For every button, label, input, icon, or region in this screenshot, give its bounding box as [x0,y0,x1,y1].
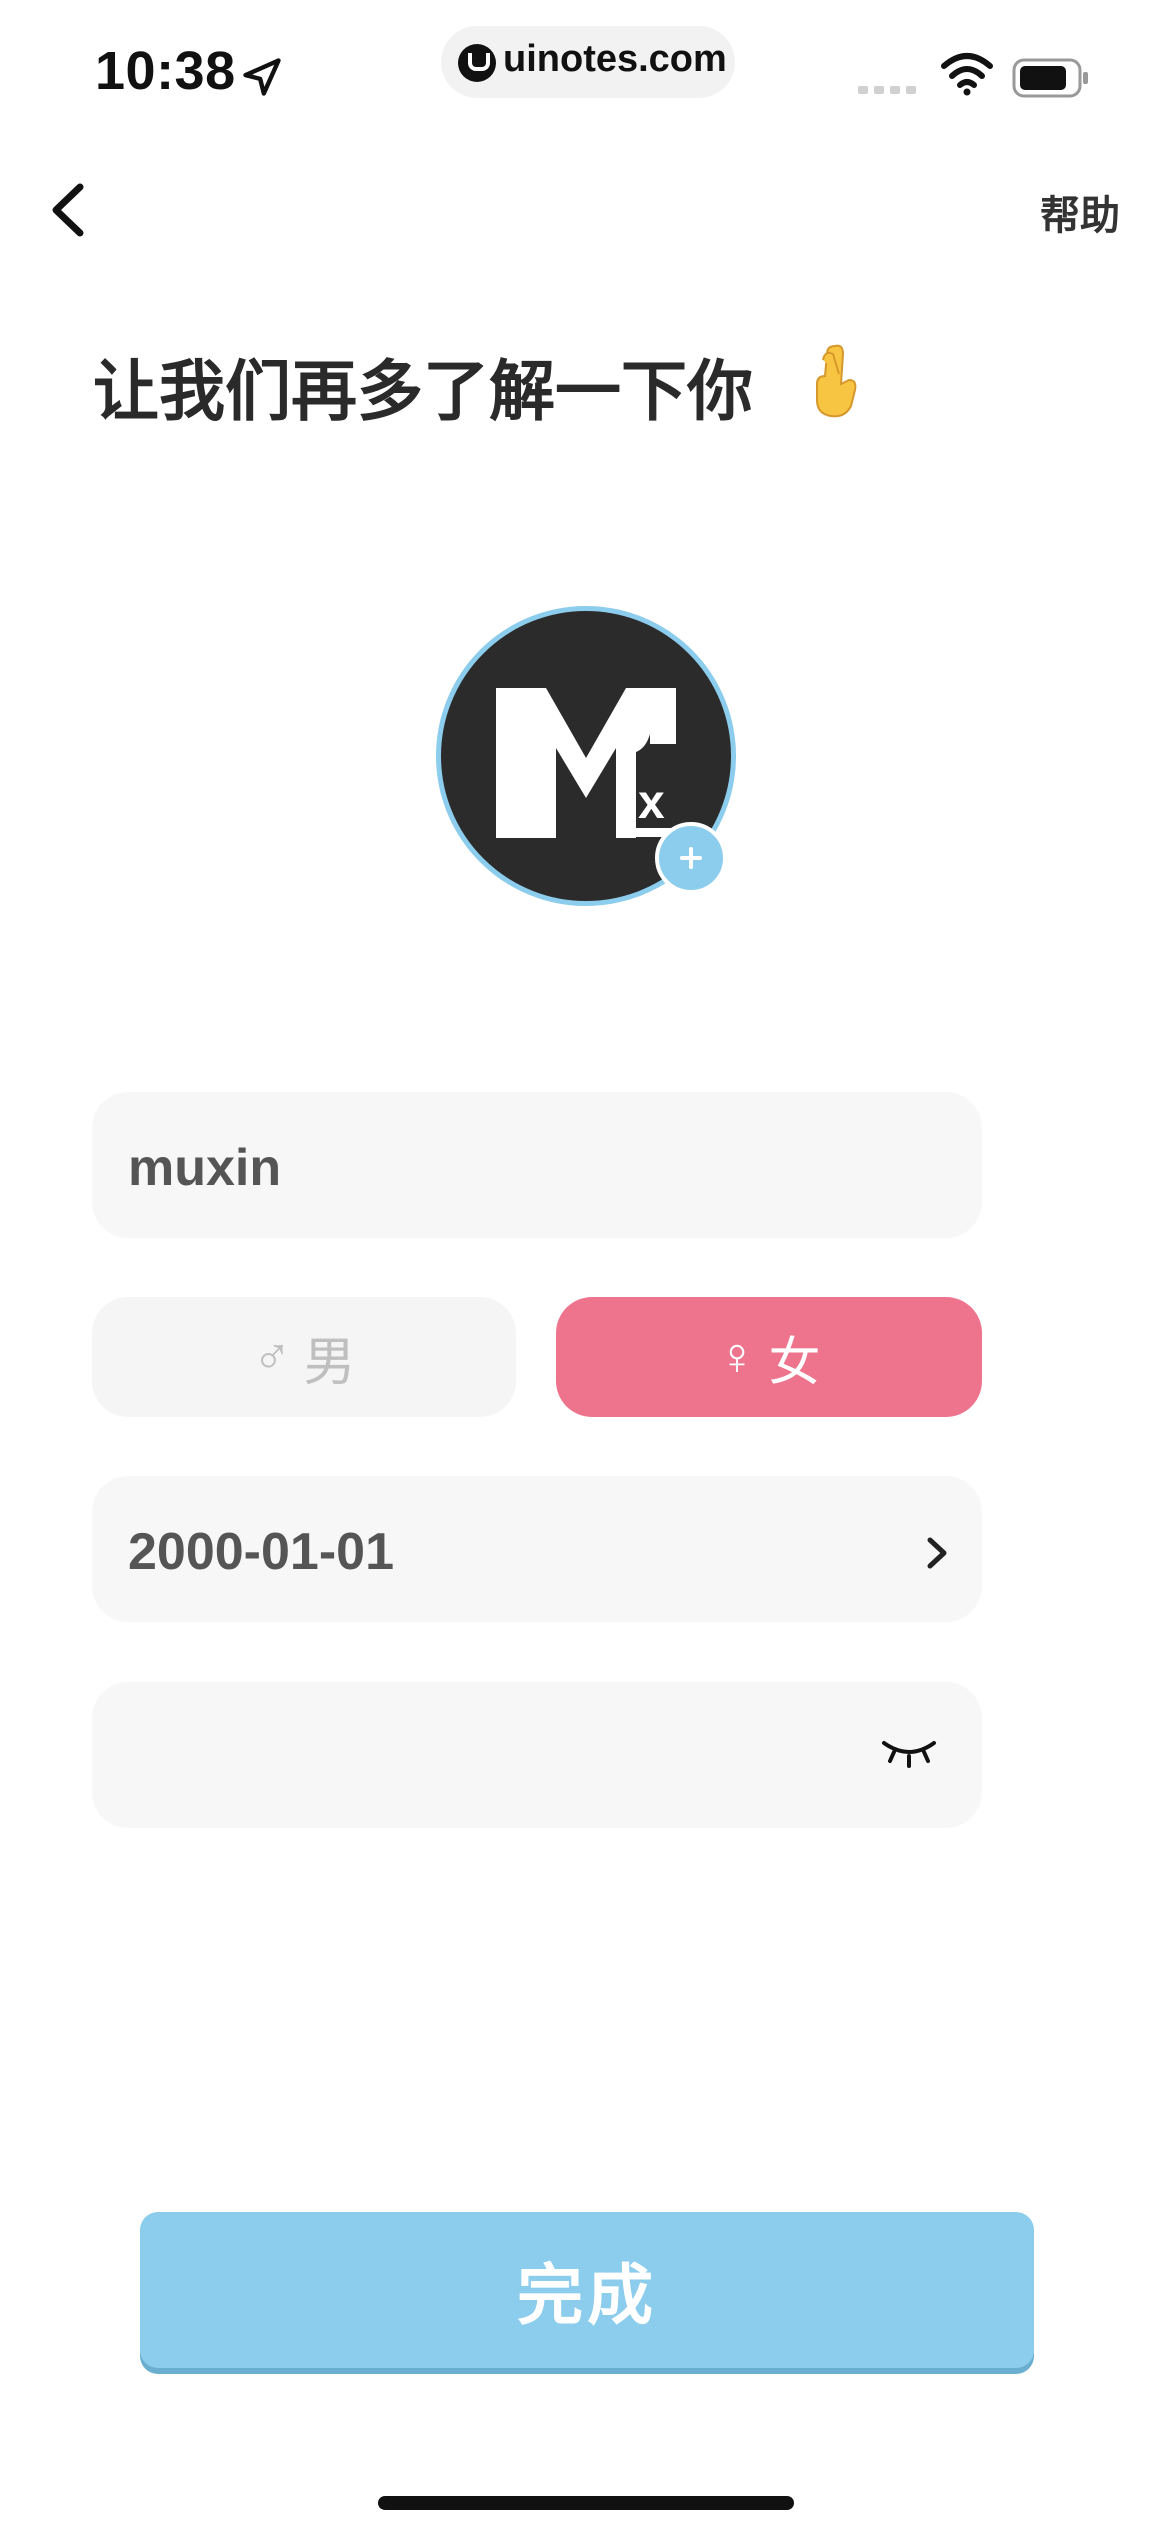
page-title: 让我们再多了解一下你 [93,354,753,428]
avatar-logo-icon: x [496,688,676,838]
gender-female-label: 女 [768,1333,821,1392]
password-field[interactable] [92,1682,982,1828]
done-button-label: 完成 [517,2258,657,2332]
svg-text:x: x [638,776,665,829]
crossed-fingers-icon [816,344,857,418]
eye-closed-icon[interactable] [880,1735,938,1771]
back-button[interactable] [40,175,100,245]
nickname-value: muxin [128,1139,282,1197]
battery-icon [1012,58,1088,98]
birthday-value: 2000-01-01 [128,1523,394,1581]
chevron-right-icon [927,1537,947,1569]
help-link[interactable]: 帮助 [1040,183,1120,241]
male-symbol-icon: ♂ [252,1328,292,1386]
wifi-icon [941,53,993,96]
gender-male-content: ♂ 男 [92,1297,516,1417]
url-text: uinotes.com [503,38,727,80]
status-time: 10:38 [95,41,236,101]
add-avatar-button[interactable] [655,822,727,894]
female-symbol-icon: ♀ [717,1328,757,1386]
home-indicator[interactable] [378,2496,794,2510]
location-arrow-icon [243,58,281,96]
cellular-signal-icon [858,86,916,94]
gender-male-label: 男 [303,1333,356,1392]
site-logo-icon [458,44,496,82]
gender-female-content: ♀ 女 [556,1297,982,1417]
